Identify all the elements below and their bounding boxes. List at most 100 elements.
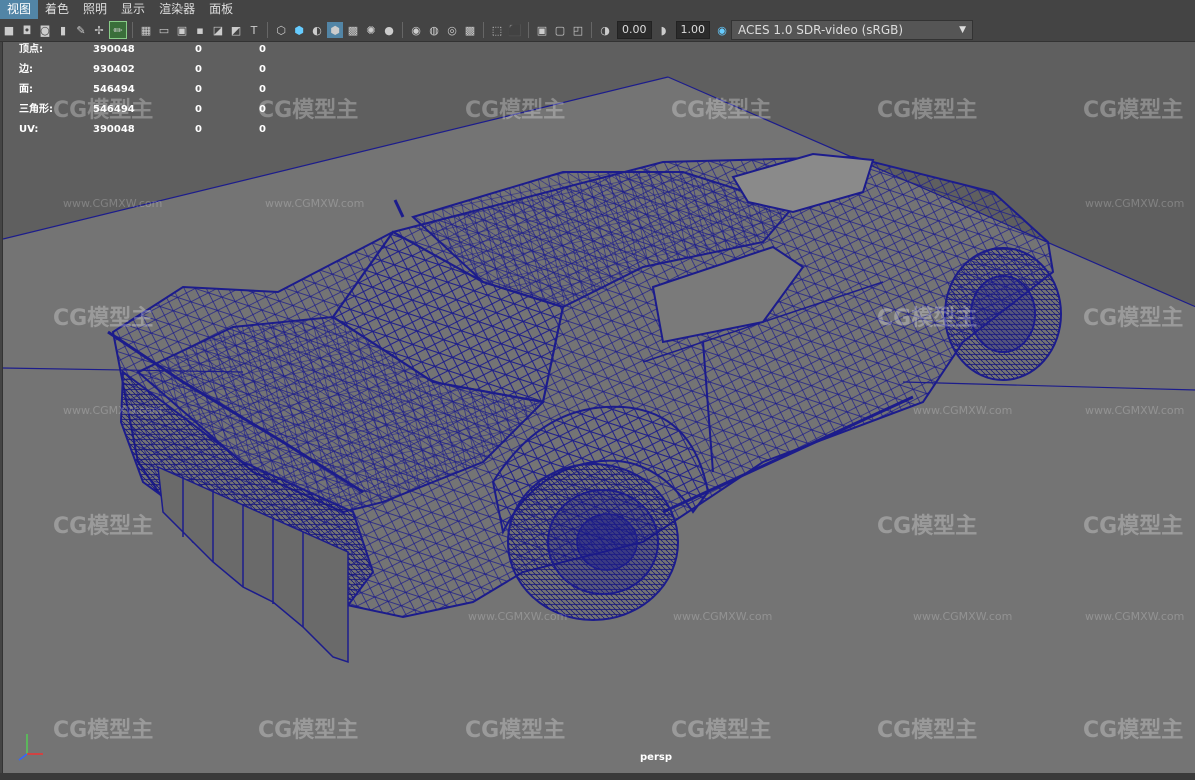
watermark-logo: CG模型主	[53, 306, 154, 331]
watermark-logo: CG模型主	[877, 514, 978, 539]
hud-row: 三角形: 546494 0 0	[19, 100, 266, 120]
hud-component: 0	[259, 124, 266, 135]
exposure-icon[interactable]: ◑	[597, 22, 613, 38]
menu-item[interactable]: 照明	[76, 0, 114, 19]
gamma-field[interactable]: 1.00	[675, 21, 710, 39]
screen-space-ao-icon[interactable]: ◉	[408, 22, 424, 38]
wireframe-on-shaded-icon[interactable]: ⬢	[327, 22, 343, 38]
watermark-url: www.CGMXW.com	[63, 404, 163, 417]
xray-icon[interactable]: ⬛	[507, 22, 523, 38]
menu-item[interactable]: 视图	[0, 0, 39, 19]
hud-count: 546494	[93, 104, 135, 115]
watermark-logo: CG模型主	[1083, 514, 1184, 539]
hud-label: 三角形:	[19, 104, 53, 115]
smooth-shade-icon[interactable]: ⬢	[291, 22, 307, 38]
menu-item[interactable]: 着色	[38, 0, 76, 19]
watermark-logo: CG模型主	[877, 306, 978, 331]
watermark-logo: CG模型主	[465, 718, 566, 743]
safe-action-icon[interactable]: ◩	[228, 22, 244, 38]
hud-label: 面:	[19, 84, 33, 95]
watermark-logo: CG模型主	[877, 718, 978, 743]
hud-label: UV:	[19, 124, 39, 135]
watermark-url: www.CGMXW.com	[1085, 404, 1185, 417]
viewport-toolbar: ■ ◘ ◙ ▮ ✎ ✢ ✏ ▦ ▭ ▣ ▪ ◪ ◩ T ⬡ ⬢ ◐ ⬢ ▩ ✺ …	[0, 19, 1195, 42]
watermark-url: www.CGMXW.com	[63, 197, 163, 210]
color-management-icon[interactable]: ◉	[714, 22, 730, 38]
axis-gizmo	[18, 734, 43, 761]
grease-pencil-icon[interactable]: ✏	[109, 21, 127, 39]
menu-item[interactable]: 显示	[114, 0, 152, 19]
watermark-logo: CG模型主	[53, 514, 154, 539]
hud-row: 顶点: 390048 0 0	[19, 42, 266, 60]
image-plane-icon[interactable]: ▮	[55, 22, 71, 38]
hud-label: 顶点:	[19, 44, 43, 55]
watermark-logo: CG模型主	[465, 98, 566, 123]
toolbar-divider	[591, 22, 592, 38]
toolbar-divider	[267, 22, 268, 38]
poly-count-hud: 顶点: 390048 0 0 边: 930402 0 0 面: 546494 0 0 三角形: 54649…	[19, 42, 266, 140]
color-space-select[interactable]: ACES 1.0 SDR-video (sRGB) ▼	[731, 20, 973, 40]
hud-selected: 0	[195, 64, 202, 75]
field-chart-icon[interactable]: ◪	[210, 22, 226, 38]
camera-name-label: persp	[640, 752, 672, 763]
default-material-icon[interactable]: ◐	[309, 22, 325, 38]
watermark-url: www.CGMXW.com	[1085, 197, 1185, 210]
shadows-icon[interactable]: ●	[381, 22, 397, 38]
anti-aliasing-icon[interactable]: ◎	[444, 22, 460, 38]
watermark-url: www.CGMXW.com	[913, 610, 1013, 623]
depth-of-field-icon[interactable]: ▩	[462, 22, 478, 38]
watermark-logo: CG模型主	[1083, 98, 1184, 123]
exposure-field[interactable]: 0.00	[617, 21, 652, 39]
watermark-url: www.CGMXW.com	[913, 404, 1013, 417]
gate-mask-icon[interactable]: ▪	[192, 22, 208, 38]
menu-item[interactable]: 渲染器	[152, 0, 202, 19]
watermark-logo: CG模型主	[1083, 306, 1184, 331]
watermark-logo: CG模型主	[258, 98, 359, 123]
watermark-logo: CG模型主	[1083, 718, 1184, 743]
hud-selected: 0	[195, 124, 202, 135]
hud-selected: 0	[195, 104, 202, 115]
watermark-url: www.CGMXW.com	[265, 197, 365, 210]
two-d-pan-icon[interactable]: ✢	[91, 22, 107, 38]
hud-selected: 0	[195, 44, 202, 55]
perspective-viewport[interactable]: CG模型主 CG模型主 CG模型主 CG模型主 CG模型主 CG模型主 www.…	[2, 42, 1195, 773]
safe-title-icon[interactable]: T	[246, 22, 262, 38]
watermark-url: www.CGMXW.com	[673, 610, 773, 623]
scene-view	[3, 42, 1195, 773]
textured-icon[interactable]: ▩	[345, 22, 361, 38]
wireframe-icon[interactable]: ⬡	[273, 22, 289, 38]
resolution-gate-icon[interactable]: ▣	[174, 22, 190, 38]
hud-count: 930402	[93, 64, 135, 75]
hud-label: 边:	[19, 64, 33, 75]
watermark-logo: CG模型主	[258, 718, 359, 743]
viewport-menubar: 视图 着色 照明 显示 渲染器 面板	[0, 0, 1195, 19]
hud-count: 390048	[93, 44, 135, 55]
rear-left-wheel	[507, 463, 679, 621]
pen-icon[interactable]: ✎	[73, 22, 89, 38]
hud-row: UV: 390048 0 0	[19, 120, 266, 140]
menu-item[interactable]: 面板	[202, 0, 240, 19]
hud-count: 546494	[93, 84, 135, 95]
hud-selected: 0	[195, 84, 202, 95]
chevron-down-icon: ▼	[959, 25, 966, 35]
toolbar-divider	[483, 22, 484, 38]
xray-joints-icon[interactable]: ▣	[534, 22, 550, 38]
motion-blur-icon[interactable]: ◍	[426, 22, 442, 38]
grid-icon[interactable]: ▦	[138, 22, 154, 38]
toolbar-divider	[402, 22, 403, 38]
camera-attributes-icon[interactable]: ◘	[19, 22, 35, 38]
backface-culling-icon[interactable]: ◰	[570, 22, 586, 38]
gamma-icon[interactable]: ◗	[656, 22, 672, 38]
watermark-url: www.CGMXW.com	[1085, 610, 1185, 623]
toolbar-divider	[132, 22, 133, 38]
use-all-lights-icon[interactable]: ✺	[363, 22, 379, 38]
watermark-url: www.CGMXW.com	[468, 610, 568, 623]
watermark-logo: CG模型主	[671, 718, 772, 743]
viewport-bottom-border	[0, 773, 1195, 780]
watermark-logo: CG模型主	[53, 718, 154, 743]
isolate-select-icon[interactable]: ⬚	[489, 22, 505, 38]
bookmark-icon[interactable]: ◙	[37, 22, 53, 38]
film-gate-icon[interactable]: ▭	[156, 22, 172, 38]
xray-components-icon[interactable]: ▢	[552, 22, 568, 38]
select-camera-icon[interactable]: ■	[1, 22, 17, 38]
